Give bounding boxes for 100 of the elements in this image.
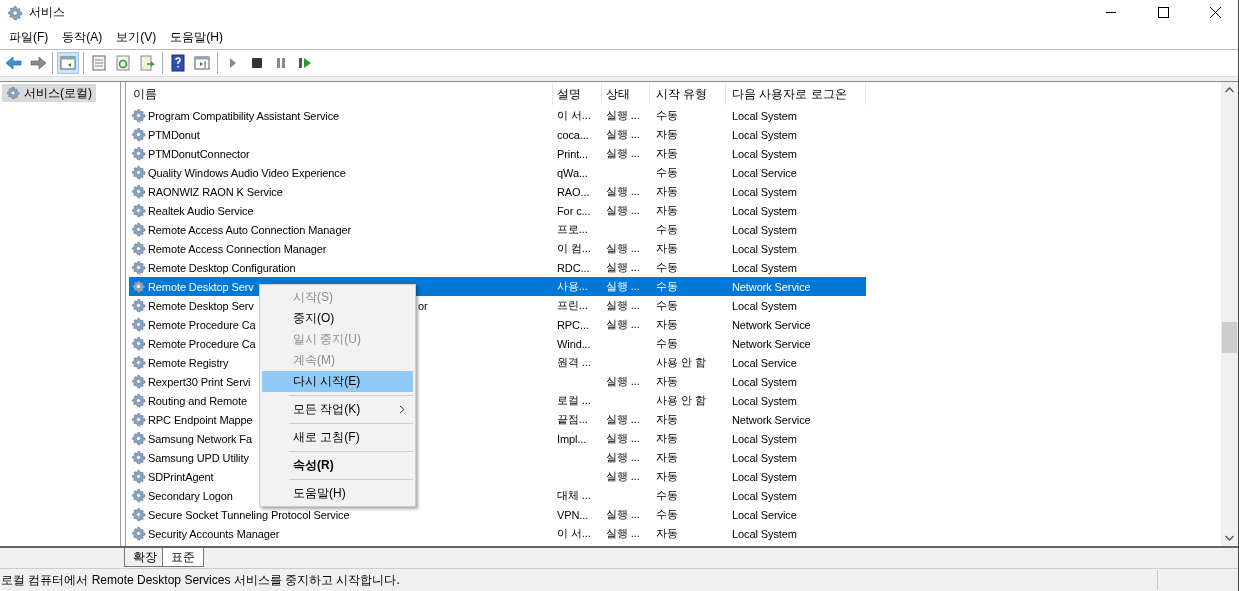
gear-icon [131,336,146,351]
table-cell-text: 수동 [655,165,679,180]
table-cell-text: Network Service [731,413,812,426]
service-name: Realtek Audio Service [148,204,254,217]
table-cell-text: For c... [556,204,592,217]
table-cell-text: 수동 [655,298,679,313]
table-cell-text: Local System [731,451,798,464]
service-name: Secure Socket Tunneling Protocol Service [148,508,350,521]
context-menu-item[interactable]: 새로 고침(F) [262,427,413,448]
table-cell-text: 이 서... [556,526,592,541]
service-name-fragment: or [418,299,428,312]
column-header[interactable]: 상태 [602,83,650,105]
table-cell-text: 자동 [655,469,679,484]
table-cell-text: 실행 ... [605,507,641,522]
gear-icon [131,279,146,294]
table-cell-text: Local System [731,489,798,502]
context-menu-item[interactable]: 속성(R) [262,455,413,476]
table-cell-text: VPN... [556,508,590,521]
service-name: Remote Access Auto Connection Manager [148,223,351,236]
gear-icon [131,393,146,408]
table-cell-text: 실행 ... [605,526,641,541]
tree-item[interactable]: 서비스(로컬) [2,84,96,102]
view-tab[interactable]: 표준 [162,548,204,567]
table-cell-text: 프린... [556,298,589,313]
properties-sheet-icon [90,54,108,72]
menu-item[interactable]: 도움말(H) [163,28,230,46]
context-menu-item[interactable]: 다시 시작(E) [262,371,413,392]
service-name: RPC Endpoint Mappe [148,413,253,426]
table-cell-text: Local System [731,299,798,312]
table-cell-text: Local System [731,394,798,407]
back-arrow-icon [4,54,22,72]
table-cell-text: Print... [556,147,589,160]
chevron-right-icon [399,405,405,414]
table-cell-text: Network Service [731,337,812,350]
table-cell-text: 사용 안 함 [655,355,707,370]
scroll-thumb[interactable] [1222,322,1237,353]
export-list-icon [138,54,156,72]
table-cell-text: 수동 [655,222,679,237]
gear-icon [131,526,146,541]
service-name: Remote Access Connection Manager [148,242,327,255]
table-cell-text: 실행 ... [605,260,641,275]
table-cell-text: Local Service [731,166,798,179]
gear-icon [131,108,146,123]
service-name: Remote Desktop Serv [148,299,254,312]
service-name: PTMDonutConnector [148,147,250,160]
console-tree-icon [59,54,77,72]
table-cell-text: Local Service [731,356,798,369]
column-header[interactable]: 이름 [129,83,553,105]
table-cell-text: Local System [731,109,798,122]
table-cell-text: 원격 ... [556,355,592,370]
table-cell-text: 실행 ... [605,431,641,446]
table-cell-text: 실행 ... [605,127,641,142]
menu-item[interactable]: 보기(V) [109,28,164,46]
table-cell-text: 자동 [655,146,679,161]
gear-icon [131,431,146,446]
table-cell-text: 실행 ... [605,146,641,161]
gear-icon [131,260,146,275]
context-menu-item[interactable]: 도움말(H) [262,483,413,504]
service-name: Samsung Network Fa [148,432,252,445]
gear-icon [131,488,146,503]
column-header[interactable]: 다음 사용자로 로그온 [726,83,866,105]
table-cell-text: Local System [731,527,798,540]
context-menu-item[interactable]: 모든 작업(K) [262,399,413,420]
table-cell-text: 사용... [556,279,589,294]
window-title: 서비스 [29,4,66,21]
column-header[interactable]: 설명 [553,83,602,105]
maximize-icon [1157,7,1169,18]
service-name: Remote Desktop Configuration [148,261,296,274]
service-name: Remote Desktop Serv [148,280,254,293]
context-menu-item[interactable]: 중지(O) [262,308,413,329]
table-cell-text: 자동 [655,526,679,541]
table-cell-text: 실행 ... [605,374,641,389]
vertical-scrollbar[interactable] [1221,82,1238,546]
console-tree-button[interactable] [57,52,79,74]
menu-item[interactable]: 파일(F) [2,28,56,46]
table-cell-text: 실행 ... [605,412,641,427]
table-cell-text: qWa... [556,166,589,179]
service-name: Program Compatibility Assistant Service [148,109,340,122]
table-cell-text: 자동 [655,374,679,389]
table-cell-text: Network Service [731,280,812,293]
gear-icon [131,355,146,370]
table-cell-text: 자동 [655,241,679,256]
table-cell-text: coca... [556,128,590,141]
menu-item[interactable]: 동작(A) [55,28,110,46]
table-cell-text: 끝점... [556,412,589,427]
service-name: Routing and Remote [148,394,248,407]
table-cell-text: 이 서... [556,108,592,123]
table-cell-text: Impl... [556,432,588,445]
table-cell-text: 실행 ... [605,279,641,294]
table-cell-text: Local Service [731,508,798,521]
table-cell-text: 실행 ... [605,298,641,313]
table-cell-text: Local System [731,242,798,255]
table-cell-text: Local System [731,470,798,483]
table-cell-text: 수동 [655,108,679,123]
table-cell-text: 사용 안 함 [655,393,707,408]
table-cell-text: 자동 [655,450,679,465]
column-header[interactable]: 시작 유형 [650,83,726,105]
table-cell-text: 프로... [556,222,589,237]
table-cell-text: 수동 [655,260,679,275]
app-gear-icon [7,4,23,21]
